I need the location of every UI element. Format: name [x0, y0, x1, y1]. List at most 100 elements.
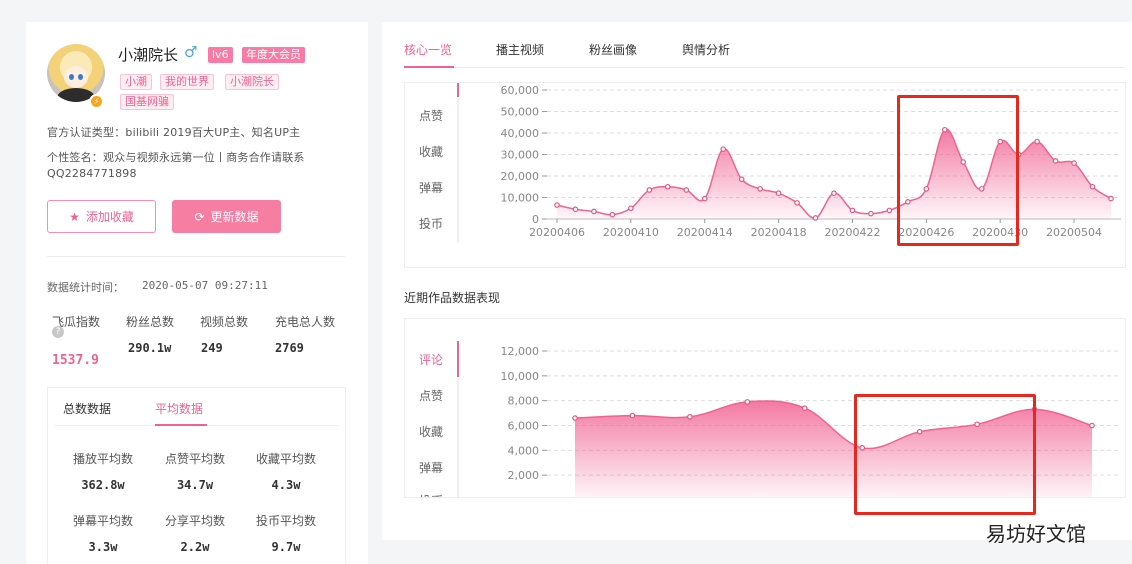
male-icon: ♂: [184, 43, 198, 61]
stat-value: 290.1w: [128, 341, 172, 355]
data-point: [701, 195, 708, 202]
x-tick-label: 20200414: [677, 226, 733, 239]
stats-time: 2020-05-07 09:27:11: [142, 279, 268, 292]
data-point: [591, 208, 597, 215]
avg-label: 播放平均数: [72, 452, 133, 466]
avg-value: 9.7w: [271, 540, 301, 554]
star-icon: ★: [69, 209, 80, 224]
data-point: [775, 190, 782, 197]
data-point: [1071, 160, 1077, 166]
data-point: [831, 190, 837, 197]
refresh-data-button[interactable]: ⟳ 更新数据: [172, 200, 281, 233]
stat-label: 充电总人数: [275, 315, 336, 329]
tab-fan-profile[interactable]: 粉丝画像: [589, 41, 637, 58]
avg-value: 34.7w: [176, 478, 214, 492]
average-data-box: 总数数据 平均数据 播放平均数 362.8w 点赞平均数 34.7w 收藏平均数…: [47, 387, 346, 564]
highlight-box: [897, 95, 1019, 246]
data-point: [572, 415, 578, 421]
x-tick-label: 20200406: [529, 226, 585, 239]
feigua-index-value: 1537.9: [52, 353, 99, 368]
active-tab-indicator: [155, 424, 207, 426]
verified-icon: ⚡: [89, 94, 104, 109]
refresh-icon: ⟳: [194, 209, 205, 224]
avatar-eye: [69, 74, 74, 80]
data-point: [738, 176, 745, 183]
data-point: [1089, 422, 1095, 429]
data-point: [794, 200, 800, 206]
stat-label: 视频总数: [200, 315, 249, 329]
data-point: [664, 183, 671, 190]
data-point: [1108, 195, 1114, 202]
x-tick-label: 20200504: [1046, 226, 1102, 239]
avg-value: 2.2w: [180, 540, 210, 554]
data-point: [629, 412, 636, 419]
tag-item[interactable]: 我的世界: [160, 74, 214, 90]
vip-badge: 年度大会员: [242, 47, 305, 63]
y-tick-label: 0: [532, 213, 539, 226]
stat-value: 2769: [275, 341, 304, 355]
stat-value: 249: [201, 341, 223, 355]
tab-total-data[interactable]: 总数数据: [63, 400, 111, 417]
y-tick-label: 60,000: [501, 84, 540, 97]
stat-label: 粉丝总数: [126, 315, 175, 329]
y-tick-label: 10,000: [501, 370, 540, 383]
tab-core-overview[interactable]: 核心一览: [404, 41, 452, 58]
data-point: [646, 187, 653, 193]
data-point: [609, 211, 616, 218]
data-point: [687, 414, 693, 420]
stats-time-label: 数据统计时间：: [47, 281, 124, 294]
level-badge: lv6: [208, 47, 233, 63]
avatar-eye: [78, 74, 83, 80]
tag-item[interactable]: 小潮: [120, 74, 152, 90]
refresh-data-label: 更新数据: [210, 210, 259, 224]
signature-line: 个性签名：观众与视频永远第一位丨商务合作请联系: [47, 151, 305, 164]
tab-average-data[interactable]: 平均数据: [155, 400, 203, 417]
data-point: [744, 399, 751, 405]
add-favorite-button[interactable]: ★ 添加收藏: [47, 200, 156, 233]
data-point: [554, 202, 560, 208]
avg-label: 分享平均数: [164, 514, 225, 528]
data-point: [1034, 138, 1040, 145]
tab-divider: [404, 67, 1124, 68]
tag-item[interactable]: 小潮院长: [225, 74, 279, 90]
y-tick-label: 40,000: [501, 127, 540, 140]
y-tick-label: 30,000: [501, 149, 540, 162]
data-point: [757, 186, 763, 192]
help-icon[interactable]: ?: [52, 326, 64, 338]
add-favorite-label: 添加收藏: [85, 210, 134, 224]
data-point: [886, 207, 893, 214]
y-tick-label: 4,000: [508, 444, 540, 457]
data-point: [1052, 158, 1059, 164]
avg-value: 3.3w: [88, 540, 118, 554]
active-tab-indicator: [404, 66, 454, 68]
profile-panel: ⚡ 小潮院长 ♂ lv6 年度大会员 小潮 我的世界 小潮院长 国基网骗 官方认…: [26, 22, 368, 564]
avg-value: 362.8w: [81, 478, 125, 492]
series-area: [557, 129, 1111, 219]
avg-value: 4.3w: [271, 478, 301, 492]
data-point: [849, 207, 856, 214]
avg-label: 投币平均数: [255, 514, 316, 528]
data-point: [572, 206, 579, 213]
x-tick-label: 20200418: [751, 226, 807, 239]
data-point: [801, 405, 808, 411]
data-point: [628, 205, 634, 212]
y-tick-label: 50,000: [501, 106, 540, 119]
y-tick-label: 8,000: [508, 395, 540, 408]
tab-uploader-videos[interactable]: 播主视频: [496, 41, 544, 58]
data-point: [720, 146, 727, 152]
section-title: 近期作品数据表现: [404, 291, 501, 305]
data-point: [868, 210, 874, 217]
data-point: [812, 215, 819, 221]
y-tick-label: 12,000: [501, 345, 540, 358]
tab-sentiment-analysis[interactable]: 舆情分析: [682, 41, 730, 58]
avg-label: 弹幕平均数: [72, 514, 133, 528]
avg-label: 点赞平均数: [164, 452, 225, 466]
y-tick-label: 20,000: [501, 170, 540, 183]
highlight-box: [854, 394, 1036, 515]
watermark: 易坊好文馆: [986, 522, 1086, 546]
avg-label: 收藏平均数: [255, 452, 316, 466]
x-tick-label: 20200410: [603, 226, 659, 239]
data-point: [683, 187, 690, 193]
tag-item[interactable]: 国基网骗: [120, 94, 174, 110]
avatar-face: [64, 66, 88, 88]
